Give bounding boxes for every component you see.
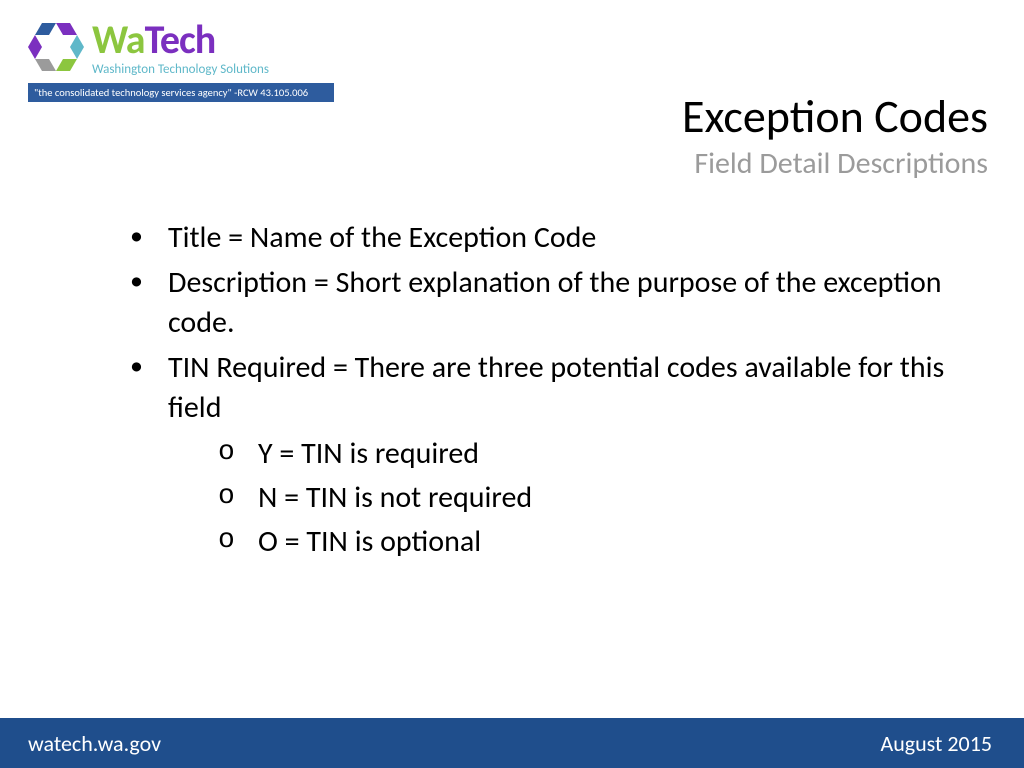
- logo-text-block: WaTech Washington Technology Solutions: [92, 20, 269, 77]
- sub-item: N = TIN is not required: [206, 477, 964, 519]
- hex-logo-icon: [28, 23, 84, 75]
- logo-wa-text: Wa: [92, 15, 145, 64]
- bullet-item: TIN Required = There are three potential…: [118, 348, 964, 563]
- logo-area: WaTech Washington Technology Solutions "…: [28, 20, 338, 102]
- bullet-item: Description = Short explanation of the p…: [118, 263, 964, 344]
- logo-subtitle: Washington Technology Solutions: [92, 62, 269, 77]
- logo-title: WaTech: [92, 20, 269, 60]
- bullet-item: Title = Name of the Exception Code: [118, 218, 964, 259]
- footer-bar: watech.wa.gov August 2015: [0, 718, 1024, 768]
- footer-date: August 2015: [880, 730, 992, 757]
- logo-tech-text: Tech: [145, 15, 216, 64]
- page-title: Exception Codes: [682, 92, 988, 143]
- logo-banner: "the consolidated technology services ag…: [28, 83, 334, 102]
- heading-area: Exception Codes Field Detail Description…: [682, 92, 988, 182]
- bullet-list: Title = Name of the Exception Code Descr…: [118, 218, 964, 563]
- sub-list: Y = TIN is required N = TIN is not requi…: [206, 433, 964, 563]
- logo-row: WaTech Washington Technology Solutions: [28, 20, 338, 77]
- page-subtitle: Field Detail Descriptions: [682, 145, 988, 182]
- bullet-text: TIN Required = There are three potential…: [168, 349, 944, 427]
- content-area: Title = Name of the Exception Code Descr…: [118, 218, 964, 567]
- sub-item: Y = TIN is required: [206, 433, 964, 475]
- sub-item: O = TIN is optional: [206, 521, 964, 563]
- footer-url: watech.wa.gov: [28, 730, 161, 757]
